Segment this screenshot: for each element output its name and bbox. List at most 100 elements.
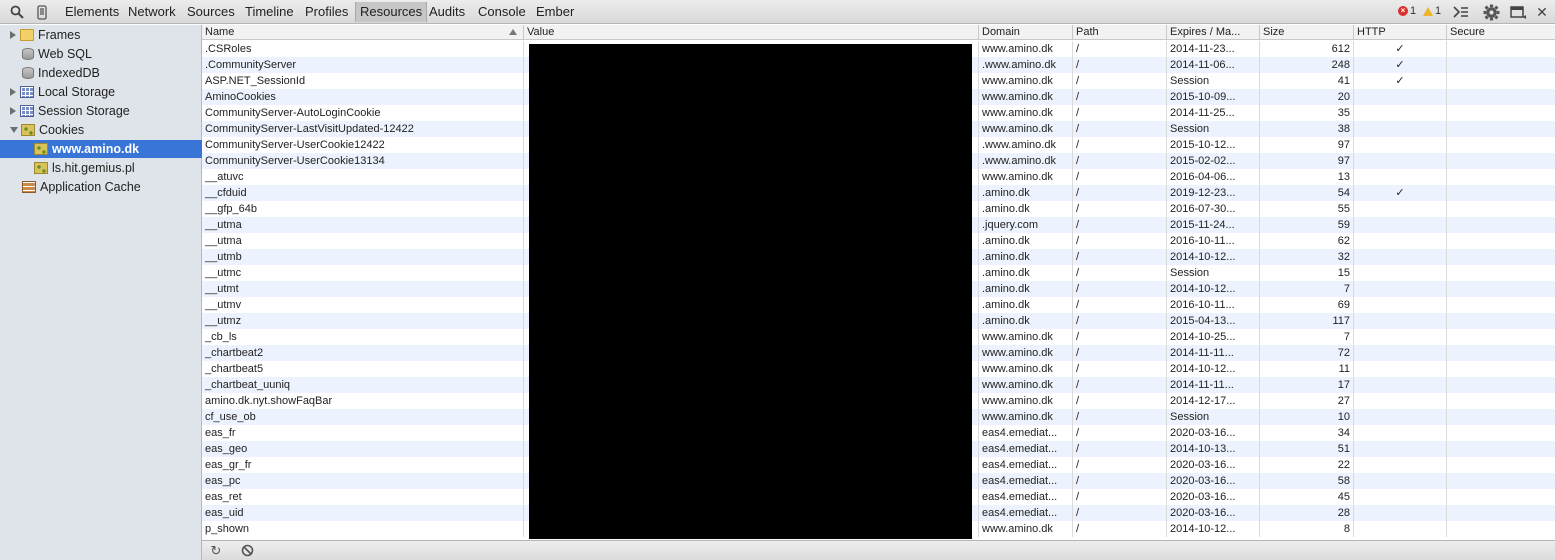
settings-gear-icon[interactable] [1481, 0, 1501, 24]
sidebar-item-frames[interactable]: Frames [10, 26, 80, 44]
sidebar-item-label: ls.hit.gemius.pl [52, 161, 135, 175]
cell-domain: .www.amino.dk [979, 57, 1073, 73]
cell-domain: eas4.emediat... [979, 473, 1073, 489]
column-header-name[interactable]: Name [202, 25, 524, 40]
cell-http [1354, 425, 1447, 441]
column-header-size[interactable]: Size [1260, 25, 1354, 40]
sidebar-item-cookies[interactable]: Cookies [10, 121, 84, 139]
cell-domain: .amino.dk [979, 265, 1073, 281]
cell-name: CommunityServer-AutoLoginCookie [202, 105, 524, 121]
cell-name: _chartbeat_uuniq [202, 377, 524, 393]
cell-http [1354, 265, 1447, 281]
cell-secure [1447, 313, 1555, 329]
device-mode-icon[interactable] [34, 0, 50, 24]
sidebar-item-session-storage[interactable]: Session Storage [10, 102, 130, 120]
cell-name: CommunityServer-UserCookie12422 [202, 137, 524, 153]
cell-size: 69 [1260, 297, 1354, 313]
cell-path: / [1073, 185, 1167, 201]
column-header-secure[interactable]: Secure [1447, 25, 1555, 40]
tab-profiles[interactable]: Profiles [301, 2, 352, 22]
expand-arrow-icon[interactable] [10, 107, 16, 115]
column-label: Path [1076, 26, 1099, 38]
cell-size: 7 [1260, 281, 1354, 297]
cell-name: __utma [202, 217, 524, 233]
sidebar-item-indexeddb[interactable]: IndexedDB [22, 64, 100, 82]
sidebar-item-label: Web SQL [38, 47, 92, 61]
tab-audits[interactable]: Audits [425, 2, 469, 22]
tab-network[interactable]: Network [124, 2, 180, 22]
cell-domain: eas4.emediat... [979, 441, 1073, 457]
clear-icon[interactable] [240, 544, 254, 558]
refresh-icon[interactable]: ↻ [209, 544, 223, 558]
cell-secure [1447, 57, 1555, 73]
tab-sources[interactable]: Sources [183, 2, 239, 22]
sidebar-item-application-cache[interactable]: Application Cache [22, 178, 141, 196]
dock-side-icon[interactable] [1508, 0, 1528, 24]
column-header-domain[interactable]: Domain [979, 25, 1073, 40]
cell-domain: .www.amino.dk [979, 153, 1073, 169]
cell-path: / [1073, 105, 1167, 121]
cell-size: 7 [1260, 329, 1354, 345]
console-drawer-icon[interactable] [1452, 0, 1470, 24]
tab-console[interactable]: Console [474, 2, 530, 22]
cell-size: 11 [1260, 361, 1354, 377]
cell-secure [1447, 329, 1555, 345]
sidebar-item-web-sql[interactable]: Web SQL [22, 45, 92, 63]
storage-grid-icon [20, 105, 34, 117]
cell-expires: 2014-10-12... [1167, 521, 1260, 537]
cell-http [1354, 281, 1447, 297]
cell-http [1354, 521, 1447, 537]
cell-expires: 2020-03-16... [1167, 505, 1260, 521]
cell-size: 58 [1260, 473, 1354, 489]
collapse-arrow-icon[interactable] [10, 127, 18, 133]
cell-size: 13 [1260, 169, 1354, 185]
cell-path: / [1073, 361, 1167, 377]
cell-secure [1447, 441, 1555, 457]
sidebar-item-cookie-ls-hit-gemius-pl[interactable]: ls.hit.gemius.pl [34, 159, 135, 177]
close-icon[interactable]: ✕ [1535, 0, 1549, 24]
cell-expires: 2016-10-11... [1167, 297, 1260, 313]
tab-ember[interactable]: Ember [532, 2, 578, 22]
tab-elements[interactable]: Elements [61, 2, 123, 22]
column-header-http[interactable]: HTTP [1354, 25, 1447, 40]
cell-size: 59 [1260, 217, 1354, 233]
cell-secure [1447, 217, 1555, 233]
cell-domain: www.amino.dk [979, 361, 1073, 377]
cell-size: 27 [1260, 393, 1354, 409]
cell-secure [1447, 345, 1555, 361]
cell-path: / [1073, 425, 1167, 441]
sidebar-item-cookie-www-amino-dk[interactable]: www.amino.dk [0, 140, 202, 158]
cell-name: CommunityServer-LastVisitUpdated-12422 [202, 121, 524, 137]
sidebar-item-local-storage[interactable]: Local Storage [10, 83, 115, 101]
column-label: Size [1263, 26, 1285, 38]
error-counter[interactable]: × 1 [1398, 5, 1416, 17]
tab-timeline[interactable]: Timeline [241, 2, 298, 22]
cell-path: / [1073, 489, 1167, 505]
expand-arrow-icon[interactable] [10, 31, 16, 39]
cookie-icon [34, 143, 48, 155]
cell-secure [1447, 505, 1555, 521]
cell-http [1354, 233, 1447, 249]
warning-counter[interactable]: 1 [1423, 5, 1441, 17]
expand-arrow-icon[interactable] [10, 88, 16, 96]
cell-http [1354, 457, 1447, 473]
cell-size: 38 [1260, 121, 1354, 137]
cell-path: / [1073, 233, 1167, 249]
cell-secure [1447, 105, 1555, 121]
cell-name: eas_gr_fr [202, 457, 524, 473]
cell-domain: www.amino.dk [979, 169, 1073, 185]
database-icon [22, 67, 34, 79]
cell-expires: 2014-10-12... [1167, 361, 1260, 377]
cell-domain: www.amino.dk [979, 409, 1073, 425]
cell-expires: 2014-11-06... [1167, 57, 1260, 73]
column-header-expires[interactable]: Expires / Ma... [1167, 25, 1260, 40]
column-label: HTTP [1357, 26, 1386, 38]
cell-domain: www.amino.dk [979, 89, 1073, 105]
cell-name: __atuvc [202, 169, 524, 185]
tab-resources[interactable]: Resources [355, 2, 428, 22]
column-header-value[interactable]: Value [524, 25, 979, 40]
cell-expires: 2020-03-16... [1167, 425, 1260, 441]
column-header-path[interactable]: Path [1073, 25, 1167, 40]
search-icon[interactable] [8, 0, 26, 24]
cell-name: _chartbeat2 [202, 345, 524, 361]
